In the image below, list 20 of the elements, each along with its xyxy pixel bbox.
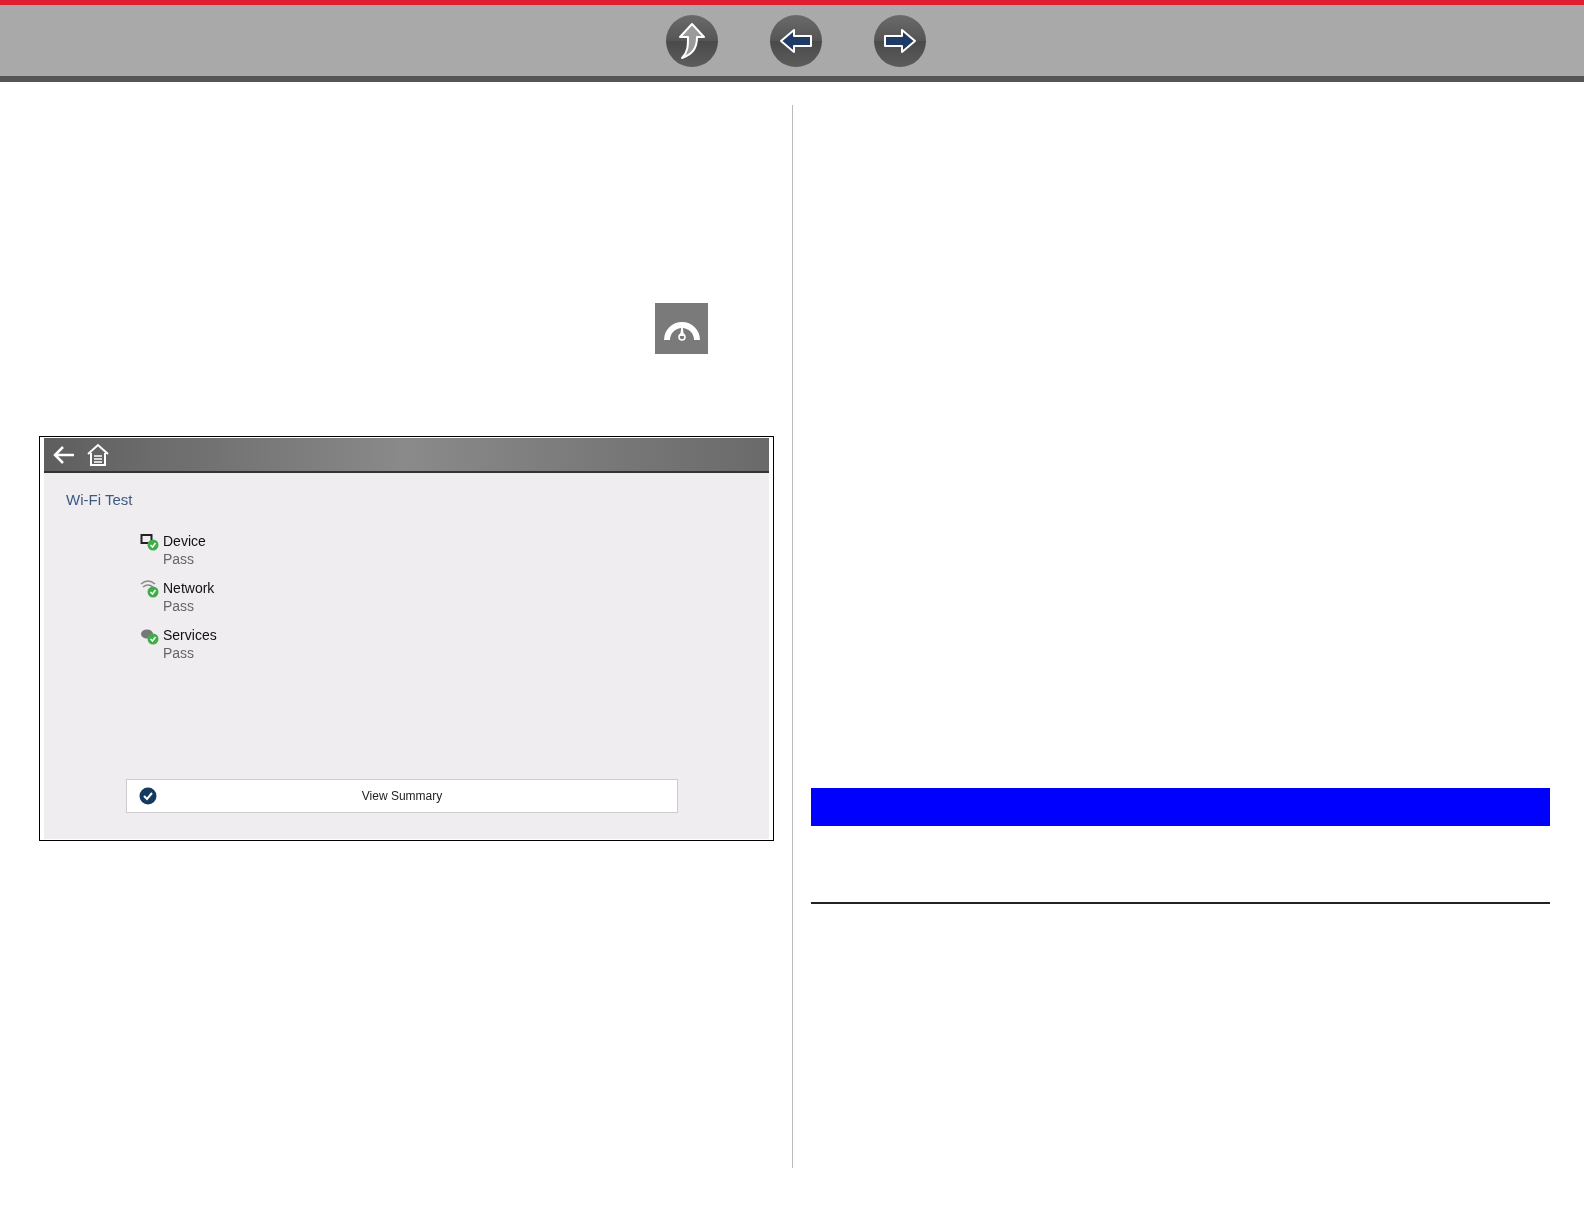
right-arrow-icon [883, 27, 917, 54]
view-summary-button[interactable]: View Summary [126, 779, 678, 813]
forward-nav-button[interactable] [874, 14, 926, 67]
test-status: Pass [163, 643, 196, 662]
test-name: Network [163, 578, 215, 597]
test-name: Device [163, 531, 206, 550]
test-status: Pass [163, 596, 196, 615]
back-nav-button[interactable] [770, 14, 822, 67]
home-icon[interactable] [86, 442, 110, 467]
gauge-icon [655, 303, 708, 354]
device-status-icon [140, 531, 159, 551]
test-name: Services [163, 625, 217, 644]
curved-up-arrow-icon [677, 21, 707, 60]
back-arrow-icon[interactable] [52, 443, 76, 466]
left-arrow-icon [779, 27, 813, 54]
screen-title: Wi-Fi Test [66, 490, 134, 510]
test-status: Pass [163, 549, 196, 568]
up-nav-button[interactable] [666, 14, 718, 67]
check-circle-icon [139, 787, 157, 805]
network-status-icon [140, 578, 159, 598]
